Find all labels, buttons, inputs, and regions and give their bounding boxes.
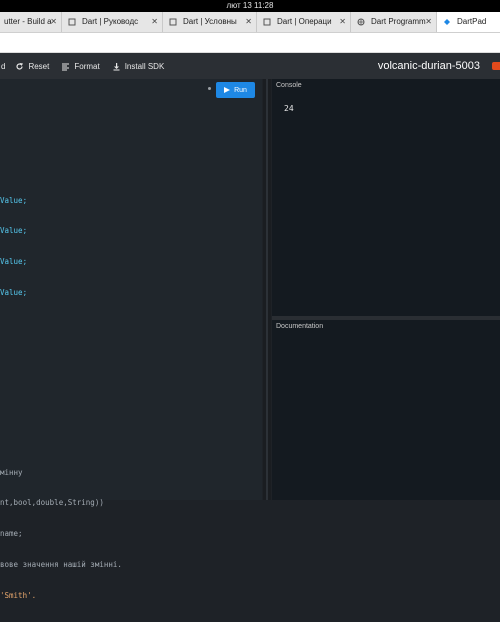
page-icon bbox=[263, 18, 271, 26]
close-tab-icon[interactable]: ✕ bbox=[339, 12, 346, 32]
code-block-top: Value; Value; Value; Value; bbox=[0, 175, 27, 319]
reset-icon bbox=[16, 62, 24, 70]
install-sdk-button[interactable]: Install SDK bbox=[112, 61, 165, 71]
browser-tab[interactable]: Dart | Условны ✕ bbox=[163, 12, 257, 32]
code-line: Value; bbox=[0, 195, 28, 205]
tab-label: Dart | Условны bbox=[183, 17, 237, 26]
format-label: Format bbox=[74, 61, 100, 71]
run-label: Run bbox=[234, 86, 247, 94]
code-block-bottom: мінну nt,bool,double,String)) name; вове… bbox=[0, 447, 122, 622]
browser-tab[interactable]: Dart | Руководс ✕ bbox=[62, 12, 163, 32]
console-title: Console bbox=[276, 82, 302, 89]
dart-icon bbox=[444, 19, 450, 25]
run-button[interactable]: Run bbox=[216, 82, 255, 98]
code-line: name; bbox=[0, 529, 23, 539]
code-editor[interactable]: Run Value; Value; Value; Value; мінну nt… bbox=[0, 79, 262, 600]
code-line: Value; bbox=[0, 257, 28, 267]
console-output: 24 bbox=[284, 104, 294, 113]
system-clock[interactable]: лют 13 11:28 bbox=[227, 1, 274, 10]
system-top-bar: лют 13 11:28 bbox=[0, 0, 500, 12]
close-tab-icon[interactable]: ✕ bbox=[245, 12, 252, 32]
browser-tab-active[interactable]: DartPad bbox=[437, 12, 500, 32]
browser-tab-strip: utter - Build a ✕ Dart | Руководс ✕ Dart… bbox=[0, 12, 500, 33]
tab-label: utter - Build a bbox=[4, 17, 52, 26]
browser-address-bar[interactable] bbox=[0, 33, 500, 53]
close-tab-icon[interactable]: ✕ bbox=[50, 12, 57, 32]
project-name[interactable]: volcanic-durian-5003 bbox=[378, 53, 480, 79]
code-line: nt,bool,double,String)) bbox=[0, 498, 104, 508]
browser-tab[interactable]: Dart | Операци ✕ bbox=[257, 12, 351, 32]
code-line: Value; bbox=[0, 226, 28, 236]
code-line: вове значення нашій змінні. bbox=[0, 560, 122, 570]
tab-label: Dart Programm bbox=[371, 17, 426, 26]
page-icon bbox=[68, 18, 76, 26]
format-button[interactable]: Format bbox=[61, 61, 100, 71]
browser-tab[interactable]: utter - Build a ✕ bbox=[0, 12, 62, 32]
notification-badge[interactable] bbox=[492, 62, 500, 70]
globe-icon bbox=[357, 18, 365, 26]
console-panel: Console 24 bbox=[272, 79, 500, 316]
documentation-title: Documentation bbox=[276, 323, 324, 330]
play-icon bbox=[224, 87, 231, 93]
page-icon bbox=[169, 18, 177, 26]
download-icon bbox=[113, 62, 120, 70]
reset-label: Reset bbox=[28, 61, 50, 71]
reset-button[interactable]: Reset bbox=[15, 62, 49, 71]
format-icon bbox=[62, 63, 70, 70]
code-line: мінну bbox=[0, 467, 23, 477]
tab-label: DartPad bbox=[457, 17, 487, 26]
install-sdk-label: Install SDK bbox=[124, 61, 165, 71]
close-tab-icon[interactable]: ✕ bbox=[425, 12, 432, 32]
vertical-splitter[interactable] bbox=[263, 79, 271, 500]
splitter-grip[interactable] bbox=[266, 79, 268, 500]
dartpad-toolbar: d Reset Format Install SDK volcanic-duri… bbox=[0, 53, 500, 79]
browser-tab[interactable]: Dart Programm ✕ bbox=[351, 12, 437, 32]
tab-label: Dart | Операци bbox=[277, 17, 332, 26]
toolbar-partial-label[interactable]: d bbox=[1, 62, 5, 71]
documentation-panel: Documentation bbox=[272, 320, 500, 500]
modified-indicator-icon bbox=[208, 87, 211, 90]
code-line: 'Smith'. bbox=[0, 591, 37, 601]
close-tab-icon[interactable]: ✕ bbox=[151, 12, 158, 32]
tab-label: Dart | Руководс bbox=[82, 17, 139, 26]
code-line: Value; bbox=[0, 288, 28, 298]
